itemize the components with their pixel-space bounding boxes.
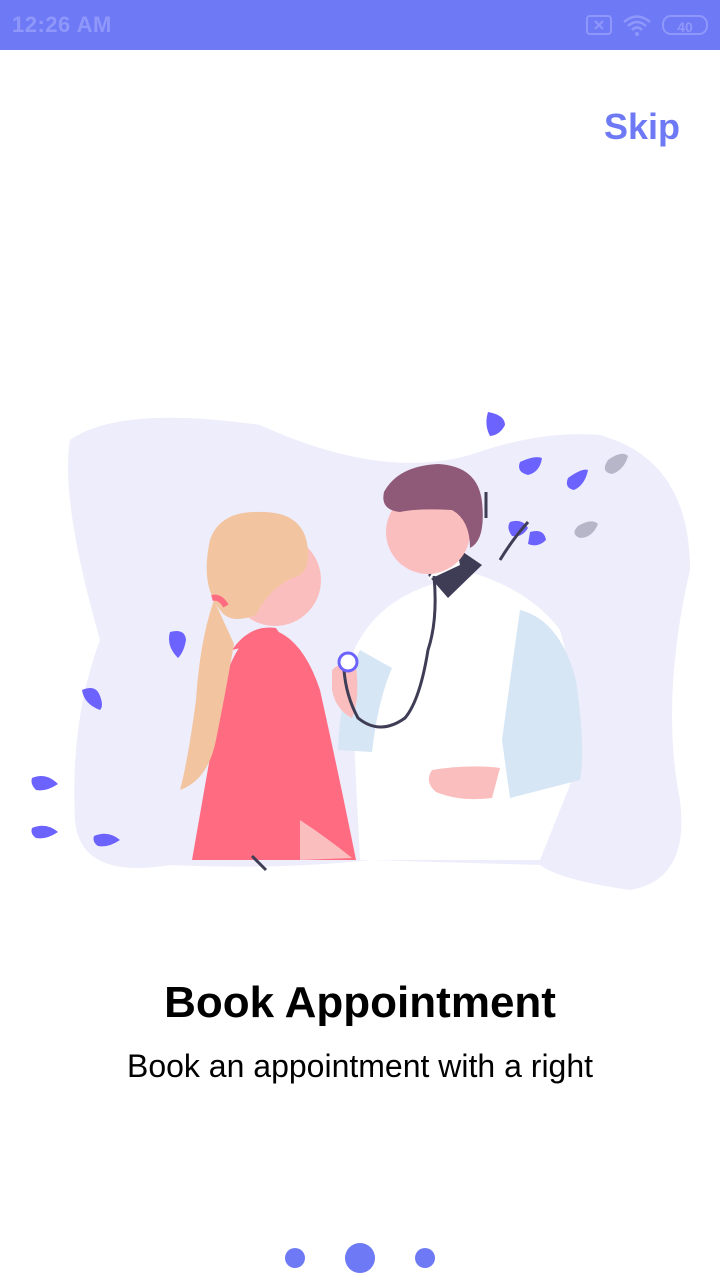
sim-x-icon bbox=[586, 15, 612, 35]
battery-icon: 40 bbox=[662, 15, 708, 35]
doctor-patient-illustration bbox=[0, 400, 720, 900]
skip-button[interactable]: Skip bbox=[604, 106, 680, 148]
page-indicator bbox=[0, 1240, 720, 1276]
status-time: 12:26 AM bbox=[12, 12, 112, 37]
onboarding-description-container: Book an appointment with a right doctor bbox=[120, 1044, 600, 1096]
onboarding-title: Book Appointment bbox=[164, 978, 556, 1027]
onboarding-description: Book an appointment with a right doctor bbox=[126, 1048, 594, 1096]
page-dot-1[interactable] bbox=[285, 1248, 305, 1268]
page-dot-3[interactable] bbox=[415, 1248, 435, 1268]
page-dot-2-active[interactable] bbox=[345, 1243, 375, 1273]
wifi-icon bbox=[622, 14, 652, 36]
status-icons: 40 bbox=[586, 12, 708, 38]
status-bar: 12:26 AM 40 bbox=[0, 0, 720, 50]
